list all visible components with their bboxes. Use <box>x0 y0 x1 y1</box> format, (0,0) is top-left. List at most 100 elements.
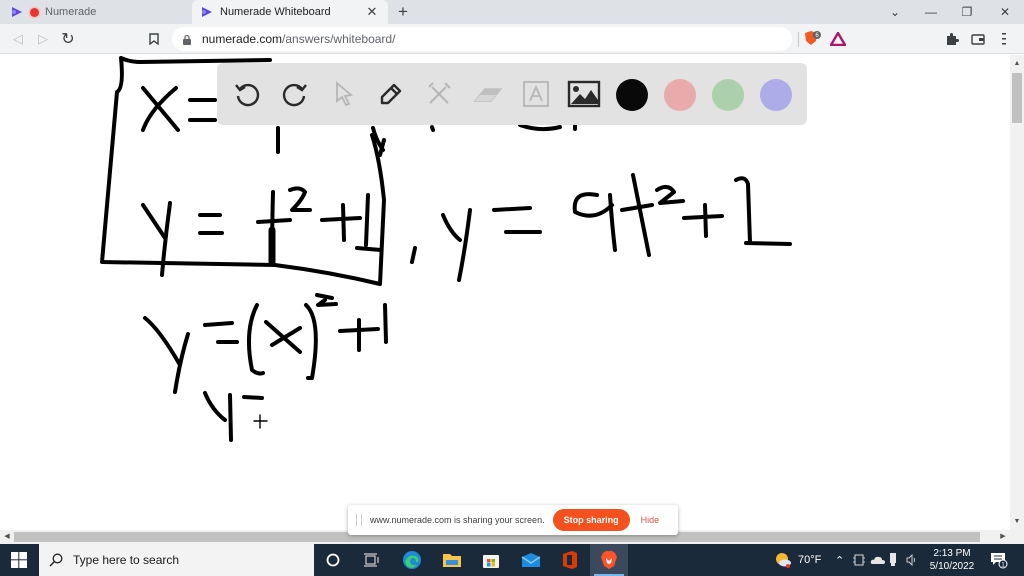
reload-button[interactable]: ↻ <box>58 29 78 49</box>
tray-meet-now[interactable] <box>853 544 865 576</box>
color-swatch-blue[interactable] <box>760 79 792 111</box>
whiteboard-canvas[interactable] <box>0 55 1010 530</box>
stop-sharing-button[interactable]: Stop sharing <box>552 509 630 531</box>
tray-volume[interactable] <box>906 544 918 576</box>
restore-button[interactable]: ❐ <box>950 0 984 24</box>
menu-button[interactable] <box>994 29 1014 49</box>
action-center-button[interactable]: 1 <box>990 544 1008 576</box>
wallet-button[interactable] <box>968 29 988 49</box>
meet-now-icon <box>853 554 865 566</box>
clock-date: 5/10/2022 <box>929 561 975 572</box>
search-placeholder: Type here to search <box>73 553 180 567</box>
wallet-icon <box>971 34 985 45</box>
start-button[interactable] <box>0 544 38 576</box>
scroll-down-arrow-icon[interactable]: ▼ <box>1010 515 1024 529</box>
tab-title: Numerade Whiteboard <box>220 6 331 18</box>
redo-button[interactable] <box>278 77 312 111</box>
color-swatch-green[interactable] <box>712 79 744 111</box>
tab-numerade[interactable]: Numerade <box>6 0 192 24</box>
ink-y-eq <box>203 391 264 442</box>
text-icon <box>523 81 549 107</box>
color-swatch-red[interactable] <box>664 79 696 111</box>
chevron-up-icon: ⌃ <box>835 554 845 567</box>
numerade-logo-icon <box>200 5 214 19</box>
cloud-icon <box>870 556 885 564</box>
brave-shield-icon: 6 <box>805 31 821 45</box>
color-swatch-black[interactable] <box>616 79 648 111</box>
microsoft-store-app[interactable] <box>472 544 510 576</box>
store-icon <box>483 555 499 568</box>
cursor-crosshair-icon <box>253 414 268 429</box>
close-window-button[interactable]: ✕ <box>988 0 1022 24</box>
handwriting-layer <box>100 56 792 442</box>
tab-search-button[interactable]: ⌄ <box>878 0 912 24</box>
select-tool-button[interactable] <box>327 77 361 111</box>
edge-app[interactable] <box>393 544 431 576</box>
vertical-scrollbar[interactable]: ▲ ▼ <box>1010 55 1024 530</box>
folder-icon <box>443 554 461 567</box>
cortana-icon <box>326 553 340 567</box>
windows-logo-icon <box>11 552 27 568</box>
screen: Numerade Numerade Whiteboard ✕ + ⌄ — ❐ ✕… <box>0 0 1024 576</box>
url-path: /answers/whiteboard/ <box>282 32 396 46</box>
puzzle-icon <box>947 33 959 45</box>
tray-onedrive[interactable] <box>870 544 886 576</box>
browser-tab-strip: Numerade Numerade Whiteboard ✕ + ⌄ — ❐ ✕ <box>0 0 1024 24</box>
system-clock[interactable]: 2:13 PM 5/10/2022 <box>922 547 982 573</box>
scroll-up-arrow-icon[interactable]: ▲ <box>1010 57 1024 71</box>
office-app[interactable] <box>551 544 589 576</box>
brave-rewards-icon <box>830 32 846 46</box>
weather-icon <box>776 553 791 568</box>
edge-icon <box>403 551 421 569</box>
windows-taskbar: Type here to search 70°F ⌃ 2:13 PM 5/10/… <box>0 544 1024 576</box>
bookmark-icon <box>149 33 159 45</box>
undo-button[interactable] <box>230 77 264 111</box>
close-tab-icon[interactable]: ✕ <box>364 4 380 20</box>
redo-icon <box>282 83 307 107</box>
brave-app[interactable] <box>590 544 628 576</box>
show-hidden-icons-button[interactable]: ⌃ <box>835 544 844 576</box>
new-tab-button[interactable]: + <box>394 2 412 22</box>
bookmark-button[interactable] <box>144 29 164 49</box>
task-view-button[interactable] <box>352 544 390 576</box>
weather-temp: 70°F <box>798 554 822 566</box>
eraser-tool-button[interactable] <box>471 77 505 111</box>
mail-app[interactable] <box>512 544 550 576</box>
eraser-icon <box>473 88 503 102</box>
tools-button[interactable] <box>422 77 456 111</box>
speaker-icon <box>906 554 915 566</box>
back-button[interactable]: ◁ <box>8 29 28 49</box>
hide-sharing-bar-link[interactable]: Hide <box>641 515 660 525</box>
scroll-right-arrow-icon[interactable]: ▶ <box>996 530 1010 544</box>
forward-button[interactable]: ▷ <box>33 29 53 49</box>
scroll-left-arrow-icon[interactable]: ◀ <box>0 530 14 544</box>
minimize-button[interactable]: — <box>914 0 948 24</box>
ink-x-equals <box>141 86 217 132</box>
toolbar-divider <box>798 32 799 47</box>
taskbar-search-box[interactable]: Type here to search <box>39 544 314 576</box>
tab-title: Numerade <box>45 6 97 18</box>
clock-time: 2:13 PM <box>933 548 971 559</box>
office-icon <box>563 551 577 569</box>
drag-handle-icon[interactable] <box>356 514 362 526</box>
text-tool-button[interactable] <box>519 77 553 111</box>
address-bar[interactable]: numerade.com/answers/whiteboard/ <box>172 27 792 51</box>
pen-tool-button[interactable] <box>374 77 408 111</box>
brave-rewards-button[interactable] <box>828 29 848 49</box>
extensions-button[interactable] <box>942 29 962 49</box>
ink-stroke-below-toolbar <box>276 123 577 157</box>
numerade-logo-icon <box>10 5 24 19</box>
tray-usb[interactable] <box>889 544 897 576</box>
menu-icon <box>1002 33 1006 45</box>
weather-widget[interactable]: 70°F <box>774 544 821 576</box>
notification-icon: 1 <box>991 553 1008 569</box>
screen-sharing-bar: www.numerade.com is sharing your screen.… <box>348 505 678 535</box>
tab-numerade-whiteboard[interactable]: Numerade Whiteboard ✕ <box>192 0 388 24</box>
cortana-button[interactable] <box>314 544 352 576</box>
wrench-hammer-icon <box>428 82 451 104</box>
brave-shields-button[interactable]: 6 <box>802 29 822 49</box>
vertical-scroll-thumb[interactable] <box>1012 73 1022 123</box>
image-tool-button[interactable] <box>567 77 601 111</box>
search-icon <box>49 553 63 567</box>
file-explorer-app[interactable] <box>433 544 471 576</box>
